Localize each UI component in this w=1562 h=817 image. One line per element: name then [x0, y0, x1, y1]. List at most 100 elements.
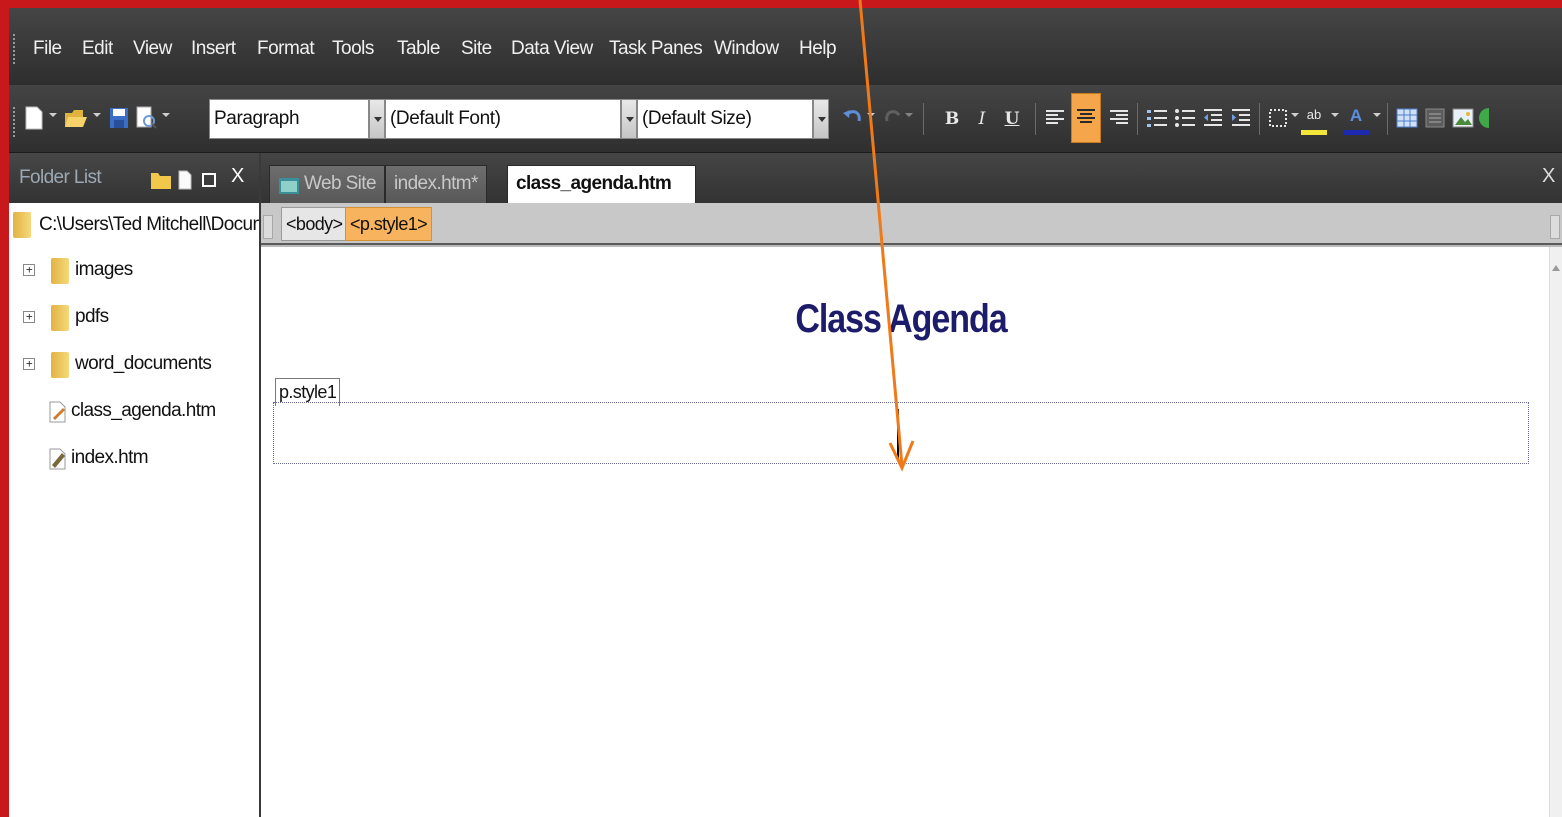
formatting-toolbar: Paragraph (Default Font) (Default Size) … — [9, 85, 1562, 153]
style-select[interactable]: Paragraph — [209, 99, 369, 139]
menu-site[interactable]: Site — [461, 34, 492, 64]
insert-table-icon[interactable] — [1395, 105, 1419, 131]
menu-bar-grip[interactable] — [13, 34, 16, 64]
menu-data-view[interactable]: Data View — [511, 34, 593, 64]
tab-index[interactable]: index.htm* — [385, 165, 487, 203]
tree-item-pdfs[interactable]: + pdfs — [9, 297, 259, 337]
tab-class-agenda[interactable]: class_agenda.htm — [507, 165, 697, 203]
decrease-indent-icon[interactable] — [1201, 105, 1225, 131]
expand-icon[interactable]: + — [23, 311, 35, 323]
highlight-dropdown-icon[interactable] — [1331, 113, 1339, 117]
border-icon[interactable] — [1267, 105, 1291, 131]
preview-icon[interactable] — [133, 105, 157, 131]
text-cursor — [897, 409, 899, 461]
undo-dropdown-icon[interactable] — [867, 113, 875, 117]
underline-button[interactable]: U — [999, 103, 1025, 135]
page-heading[interactable]: Class Agenda — [357, 297, 1445, 342]
save-icon[interactable] — [107, 105, 131, 131]
bold-button[interactable]: B — [939, 103, 965, 135]
new-page-icon[interactable] — [177, 169, 193, 196]
maximize-icon[interactable] — [201, 169, 217, 196]
tab-label: class_agenda.htm — [516, 173, 672, 194]
open-dropdown-icon[interactable] — [93, 113, 101, 117]
font-select-dropdown-icon[interactable] — [621, 99, 637, 139]
tree-item-images[interactable]: + images — [9, 250, 259, 290]
quick-tag-selector: <body> <p.style1> — [261, 203, 1562, 245]
tab-label: Web Site — [304, 173, 377, 194]
folder-root-path: C:\Users\Ted Mitchell\Documents — [39, 214, 259, 235]
application-window: File Edit View Insert Format Tools Table… — [0, 0, 1562, 817]
undo-icon[interactable] — [841, 105, 865, 131]
menu-edit[interactable]: Edit — [82, 34, 113, 64]
italic-button[interactable]: I — [969, 103, 995, 135]
align-left-icon[interactable] — [1043, 105, 1067, 131]
toolbar-separator — [1259, 103, 1260, 135]
home-page-icon — [47, 446, 67, 470]
menu-bar: File Edit View Insert Format Tools Table… — [9, 8, 1562, 85]
folder-root[interactable]: C:\Users\Ted Mitchell\Documents — [9, 205, 259, 245]
menu-file[interactable]: File — [33, 34, 62, 64]
preview-dropdown-icon[interactable] — [162, 113, 170, 117]
numbered-list-icon[interactable] — [1145, 105, 1169, 131]
close-panel-icon[interactable]: X — [231, 165, 244, 188]
new-page-dropdown-icon[interactable] — [49, 113, 57, 117]
scroll-right-icon[interactable] — [1550, 215, 1560, 239]
font-select[interactable]: (Default Font) — [385, 99, 621, 139]
folder-icon — [51, 305, 69, 331]
menu-help[interactable]: Help — [799, 34, 837, 64]
open-folder-icon[interactable] — [63, 105, 87, 131]
scroll-up-icon[interactable] — [1552, 265, 1560, 271]
bulleted-list-icon[interactable] — [1173, 105, 1197, 131]
layer-icon[interactable] — [1423, 105, 1447, 131]
tab-label: index.htm* — [394, 173, 478, 194]
document-area: Web Site index.htm* class_agenda.htm X <… — [261, 153, 1562, 817]
menu-insert[interactable]: Insert — [191, 34, 236, 64]
design-view[interactable]: Class Agenda p.style1 — [261, 247, 1549, 817]
scroll-left-icon[interactable] — [263, 215, 273, 239]
new-page-icon[interactable] — [23, 105, 47, 131]
html-page-icon — [47, 399, 67, 423]
tree-item-label: word_documents — [75, 353, 212, 374]
toolbar-separator — [1035, 103, 1036, 135]
font-color-dropdown-icon[interactable] — [1373, 113, 1381, 117]
tree-item-label: pdfs — [75, 306, 109, 327]
increase-indent-icon[interactable] — [1229, 105, 1253, 131]
toolbar-separator — [1387, 103, 1388, 135]
size-select[interactable]: (Default Size) — [637, 99, 813, 139]
tree-item-class-agenda[interactable]: class_agenda.htm — [9, 391, 259, 431]
toolbar-grip[interactable] — [13, 107, 16, 137]
font-color-button[interactable]: A — [1343, 103, 1369, 135]
tree-item-index[interactable]: index.htm — [9, 438, 259, 478]
menu-table[interactable]: Table — [397, 34, 440, 64]
help-icon[interactable] — [1477, 105, 1489, 131]
align-center-icon[interactable] — [1071, 93, 1101, 143]
toolbar-separator — [923, 103, 924, 135]
border-dropdown-icon[interactable] — [1291, 113, 1299, 117]
menu-task-panes[interactable]: Task Panes — [609, 34, 703, 64]
menu-tools[interactable]: Tools — [332, 34, 374, 64]
paragraph-block[interactable] — [273, 402, 1529, 464]
menu-window[interactable]: Window — [714, 34, 779, 64]
menu-view[interactable]: View — [133, 34, 172, 64]
folder-list-panel: Folder List X C:\Users\Ted Mitchell\Docu… — [9, 153, 259, 817]
quick-tag-p-style1[interactable]: <p.style1> — [345, 207, 433, 241]
style-select-dropdown-icon[interactable] — [369, 99, 385, 139]
close-document-icon[interactable]: X — [1542, 165, 1562, 188]
folder-icon — [51, 258, 69, 284]
expand-icon[interactable]: + — [23, 358, 35, 370]
tree-item-label: class_agenda.htm — [71, 400, 216, 421]
tree-item-word-documents[interactable]: + word_documents — [9, 344, 259, 384]
highlight-button[interactable]: ab — [1301, 103, 1327, 135]
new-folder-icon[interactable] — [149, 169, 173, 196]
toolbar-separator — [1137, 103, 1138, 135]
size-select-dropdown-icon[interactable] — [813, 99, 829, 139]
align-right-icon[interactable] — [1107, 105, 1131, 131]
redo-icon[interactable] — [881, 105, 905, 131]
redo-dropdown-icon[interactable] — [905, 113, 913, 117]
vertical-scrollbar[interactable] — [1549, 247, 1562, 817]
tab-web-site[interactable]: Web Site — [269, 165, 385, 203]
quick-tag-body[interactable]: <body> — [281, 207, 348, 241]
insert-picture-icon[interactable] — [1451, 105, 1475, 131]
menu-format[interactable]: Format — [257, 34, 315, 64]
expand-icon[interactable]: + — [23, 264, 35, 276]
